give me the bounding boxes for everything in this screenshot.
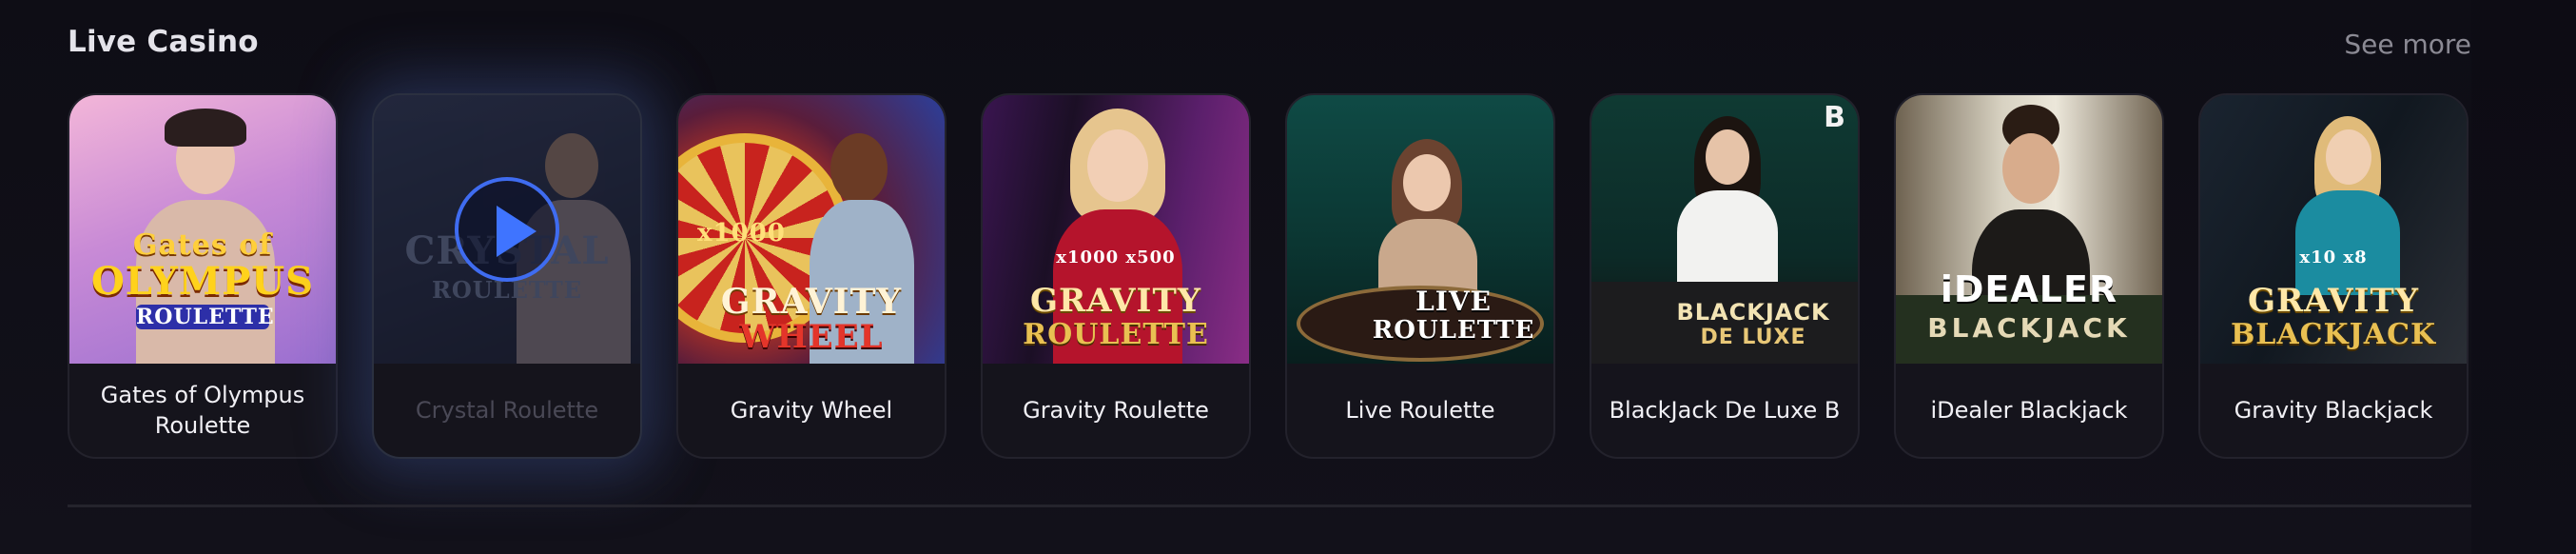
- game-logo-sub: ROULETTE: [1372, 316, 1535, 345]
- game-title: Gravity Roulette: [1023, 397, 1209, 424]
- game-card-blackjack-de-luxe-b[interactable]: B BLACKJACK DE LUXE BlackJack De Luxe B: [1590, 93, 1860, 459]
- game-title: Gates of Olympus Roulette: [100, 382, 305, 439]
- game-thumbnail: B BLACKJACK DE LUXE: [1591, 95, 1858, 364]
- section-title: Live Casino: [68, 25, 259, 59]
- game-logo-top: x1000: [697, 219, 786, 247]
- game-title: BlackJack De Luxe B: [1609, 397, 1841, 424]
- games-row: Gates of OLYMPUS ROULETTE Gates of Olymp…: [68, 93, 2469, 459]
- game-logo-main: OLYMPUS: [90, 259, 315, 304]
- game-card-gravity-blackjack[interactable]: x10 x8 GRAVITY BLACKJACK Gravity Blackja…: [2198, 93, 2469, 459]
- game-card-idealer-blackjack[interactable]: iDEALER BLACKJACK iDealer Blackjack: [1894, 93, 2164, 459]
- game-card-live-roulette[interactable]: LIVE ROULETTE Live Roulette: [1285, 93, 1555, 459]
- game-logo-main: BLACKJACK: [1676, 299, 1830, 326]
- section-divider: [68, 505, 2471, 507]
- game-title: iDealer Blackjack: [1930, 397, 2128, 424]
- play-icon[interactable]: [455, 177, 559, 282]
- game-logo-sub: ROULETTE: [136, 305, 275, 329]
- game-title: Gravity Wheel: [730, 397, 893, 424]
- game-logo-main: LIVE: [1415, 286, 1492, 317]
- game-thumbnail: LIVE ROULETTE: [1287, 95, 1553, 364]
- game-logo-top: x1000 x500: [1056, 247, 1176, 267]
- game-card-gates-of-olympus-roulette[interactable]: Gates of OLYMPUS ROULETTE Gates of Olymp…: [68, 93, 338, 459]
- game-logo-main: GRAVITY: [720, 282, 903, 322]
- game-logo-sub: BLACKJACK: [1927, 312, 2131, 344]
- game-logo-main: GRAVITY: [2247, 282, 2420, 320]
- game-card-gravity-roulette[interactable]: x1000 x500 GRAVITY ROULETTE Gravity Roul…: [981, 93, 1251, 459]
- game-logo-sub: WHEEL: [739, 318, 884, 356]
- game-logo-main: iDEALER: [1940, 268, 2118, 310]
- game-thumbnail: x10 x8 GRAVITY BLACKJACK: [2200, 95, 2467, 364]
- game-title: Gravity Blackjack: [2234, 397, 2433, 424]
- game-logo-sub: ROULETTE: [1023, 318, 1209, 351]
- game-thumbnail: Gates of OLYMPUS ROULETTE: [69, 95, 336, 364]
- game-logo-sub: BLACKJACK: [2230, 318, 2437, 351]
- live-casino-section: Live Casino See more Gates of OLYMPUS RO…: [0, 0, 2576, 554]
- see-more-link[interactable]: See more: [2344, 29, 2471, 60]
- game-thumbnail: x1000 x500 GRAVITY ROULETTE: [983, 95, 1249, 364]
- game-title: Crystal Roulette: [415, 397, 599, 424]
- game-thumbnail: x1000 GRAVITY WHEEL: [678, 95, 945, 364]
- game-logo-top: B: [1824, 101, 1846, 134]
- game-logo-top: x10 x8: [2299, 247, 2368, 267]
- game-logo-main: GRAVITY: [1029, 282, 1202, 320]
- game-thumbnail: iDEALER BLACKJACK: [1896, 95, 2162, 364]
- game-logo-top: Gates of: [132, 228, 273, 262]
- game-title: Live Roulette: [1345, 397, 1495, 424]
- game-logo-sub: DE LUXE: [1700, 326, 1806, 349]
- game-card-crystal-roulette[interactable]: CRYSTAL ROULETTE Crystal Roulette: [372, 93, 642, 459]
- game-card-gravity-wheel[interactable]: x1000 GRAVITY WHEEL Gravity Wheel: [676, 93, 946, 459]
